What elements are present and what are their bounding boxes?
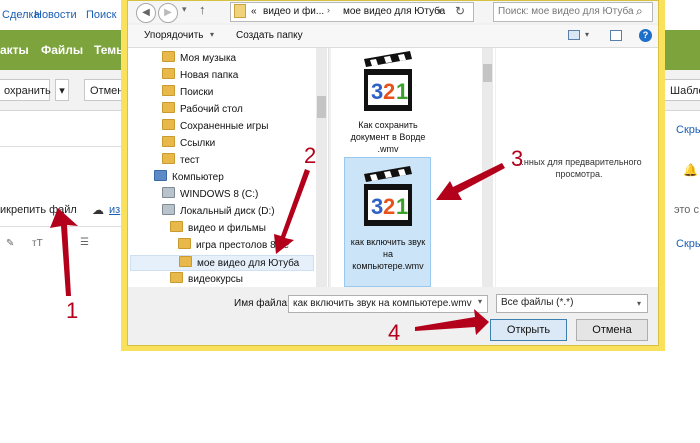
arrow-2 <box>274 169 310 254</box>
arrow-1 <box>50 208 78 296</box>
annotation-label-1: 1 <box>66 298 79 323</box>
annotation-label-4: 4 <box>388 320 401 345</box>
annotation-label-3: 3 <box>511 146 524 171</box>
annotation-arrows <box>50 163 505 335</box>
annotation-label-2: 2 <box>304 143 317 168</box>
arrow-4 <box>415 309 489 335</box>
arrow-3 <box>436 163 505 200</box>
